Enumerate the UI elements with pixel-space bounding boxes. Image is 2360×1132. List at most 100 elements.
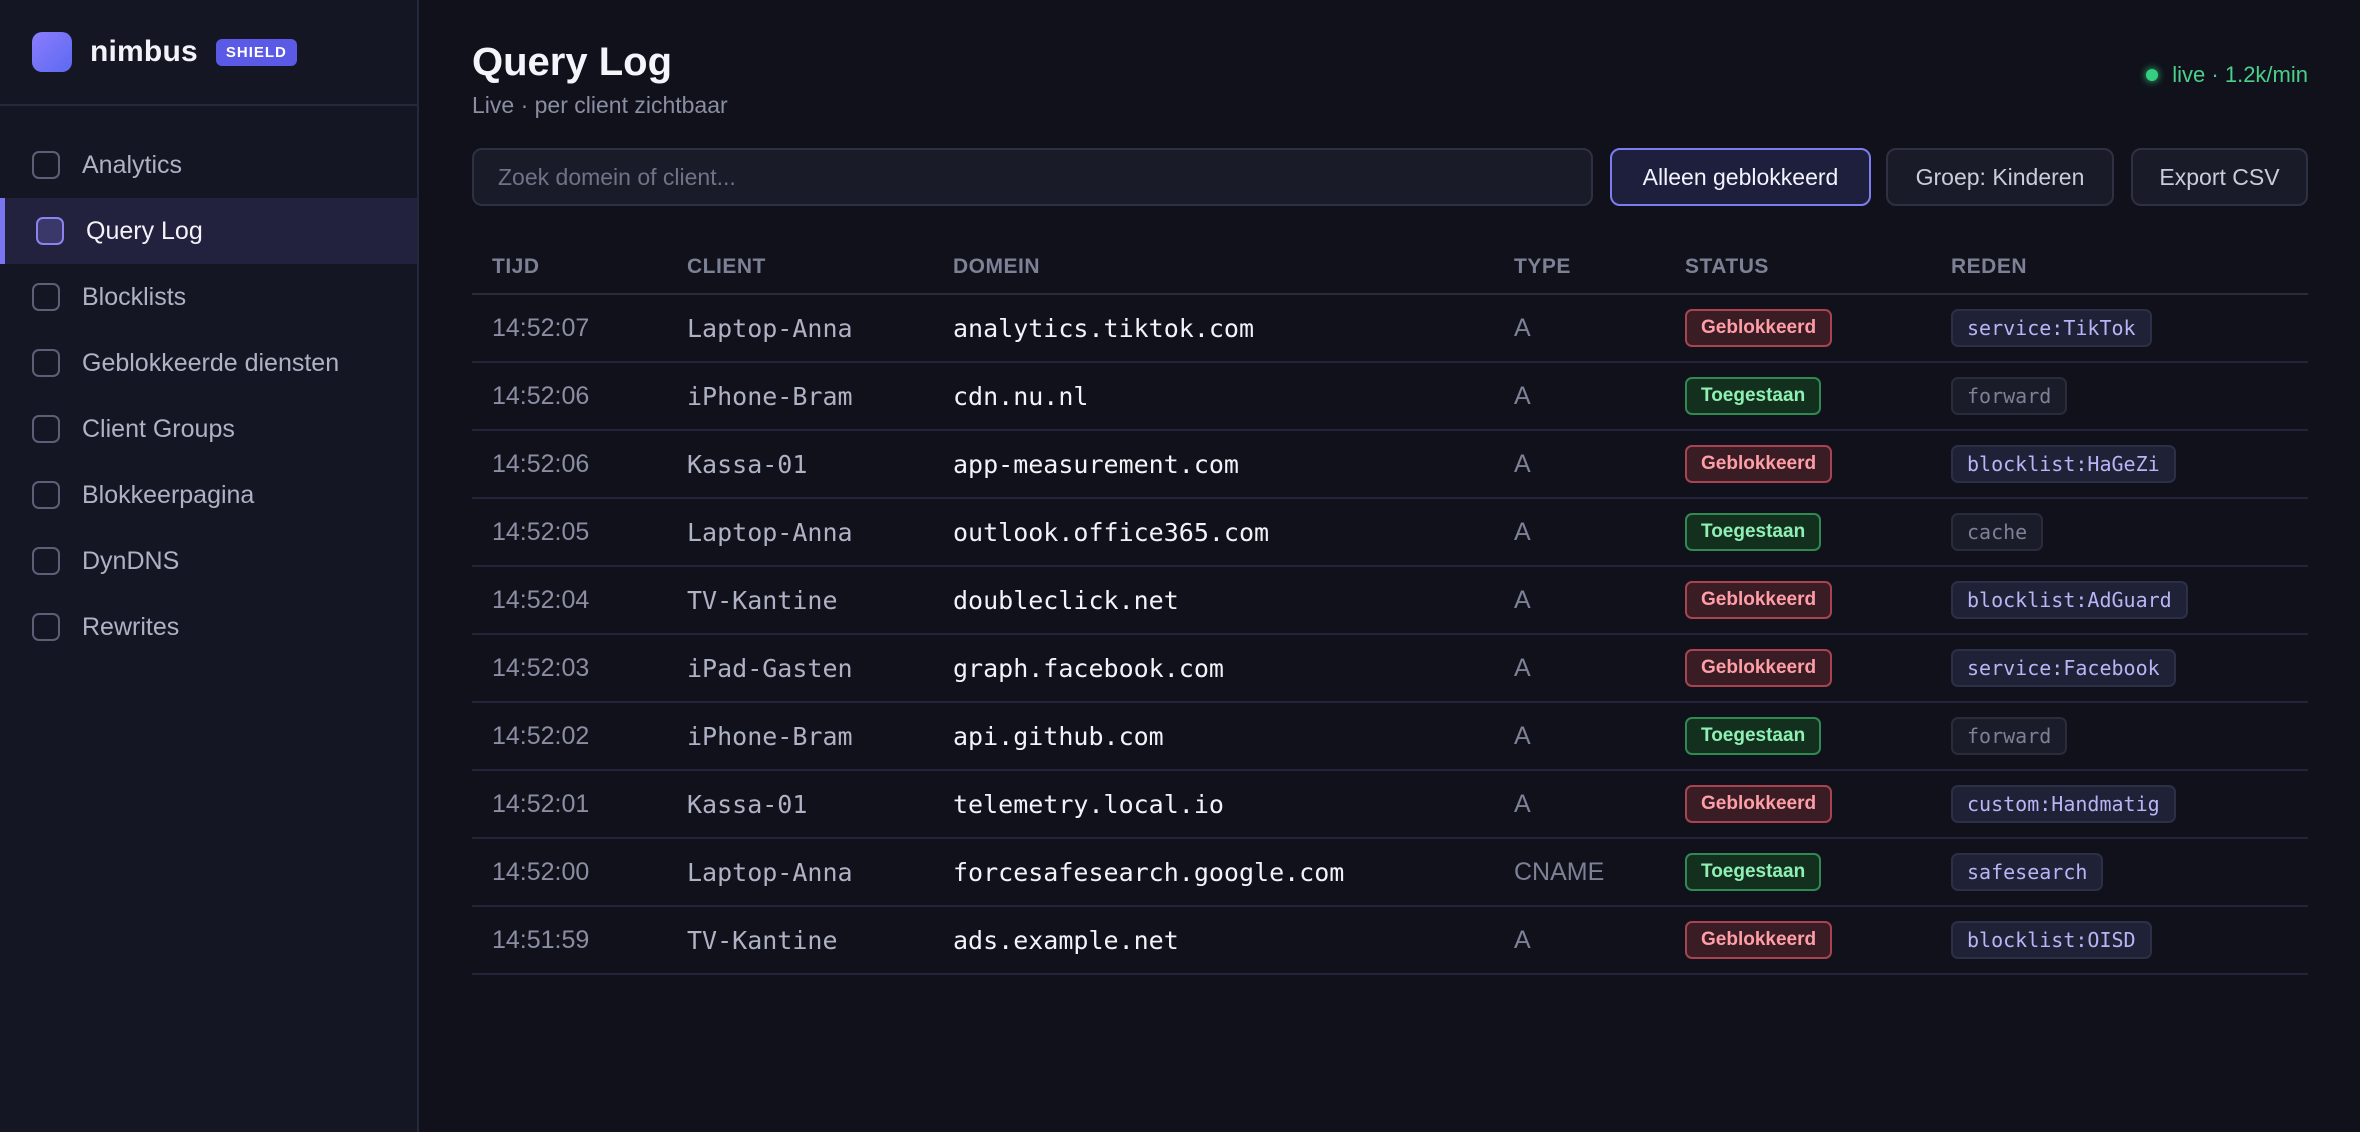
checkbox-icon	[32, 151, 60, 179]
sidebar-item-blocklists[interactable]: Blocklists	[0, 264, 417, 330]
sidebar-item-label: DynDNS	[82, 546, 180, 575]
checkbox-icon	[32, 349, 60, 377]
cell-domain: telemetry.local.io	[933, 770, 1494, 839]
column-header-time[interactable]: TIJD	[472, 240, 667, 295]
cell-type: A	[1494, 770, 1665, 839]
table-row[interactable]: 14:52:00 Laptop-Anna forcesafesearch.googl…	[472, 838, 2308, 907]
cell-time: 14:52:00	[472, 838, 667, 907]
cell-domain: app-measurement.com	[933, 430, 1494, 499]
cell-status: Geblokkeerd	[1665, 634, 1931, 703]
search-input[interactable]	[472, 148, 1593, 206]
cell-reason: service:Facebook	[1931, 634, 2308, 703]
group-filter-button[interactable]: Groep: Kinderen	[1886, 148, 2114, 206]
table-row[interactable]: 14:52:04 TV-Kantine doubleclick.net A Geblok…	[472, 566, 2308, 635]
cell-type: A	[1494, 566, 1665, 635]
table-row[interactable]: 14:52:03 iPad-Gasten graph.facebook.com A Ge…	[472, 634, 2308, 703]
checkbox-icon	[32, 613, 60, 641]
table-row[interactable]: 14:51:59 TV-Kantine ads.example.net A Geblok…	[472, 906, 2308, 975]
table-row[interactable]: 14:52:02 iPhone-Bram api.github.com A Toeges…	[472, 702, 2308, 771]
cell-type: A	[1494, 430, 1665, 499]
sidebar-item-dyndns[interactable]: DynDNS	[0, 528, 417, 594]
status-badge: Toegestaan	[1685, 513, 1822, 551]
query-log-table: TIJD CLIENT DOMEIN TYPE STATUS REDEN 14:…	[472, 240, 2308, 975]
brand: nimbus SHIELD	[0, 0, 417, 106]
cell-status: Toegestaan	[1665, 702, 1931, 771]
status-badge: Geblokkeerd	[1685, 785, 1833, 823]
sidebar-item-analytics[interactable]: Analytics	[0, 132, 417, 198]
blocked-only-button[interactable]: Alleen geblokkeerd	[1610, 148, 1871, 206]
reason-tag: forward	[1951, 717, 2068, 755]
sidebar-item-label: Client Groups	[82, 414, 235, 443]
cell-time: 14:52:02	[472, 702, 667, 771]
cell-client: iPad-Gasten	[667, 634, 933, 703]
cell-type: A	[1494, 634, 1665, 703]
cell-reason: blocklist:OISD	[1931, 906, 2308, 975]
cell-time: 14:52:04	[472, 566, 667, 635]
checkbox-icon	[36, 217, 64, 245]
cell-time: 14:52:01	[472, 770, 667, 839]
toolbar: Alleen geblokkeerd Groep: Kinderen Expor…	[472, 148, 2308, 206]
sidebar-item-client-groups[interactable]: Client Groups	[0, 396, 417, 462]
sidebar-item-blokkeerpagina[interactable]: Blokkeerpagina	[0, 462, 417, 528]
table-row[interactable]: 14:52:05 Laptop-Anna outlook.office365.com…	[472, 498, 2308, 567]
cell-domain: outlook.office365.com	[933, 498, 1494, 567]
sidebar-item-query-log[interactable]: Query Log	[0, 198, 417, 264]
cell-reason: forward	[1931, 702, 2308, 771]
cell-reason: safesearch	[1931, 838, 2308, 907]
reason-tag: blocklist:HaGeZi	[1951, 445, 2176, 483]
logo-icon	[32, 32, 72, 72]
cell-client: Laptop-Anna	[667, 838, 933, 907]
column-header-status[interactable]: STATUS	[1665, 240, 1931, 295]
column-header-type[interactable]: TYPE	[1494, 240, 1665, 295]
table-row[interactable]: 14:52:07 Laptop-Anna analytics.tiktok.com A…	[472, 294, 2308, 363]
reason-tag: blocklist:OISD	[1951, 921, 2152, 959]
reason-tag: forward	[1951, 377, 2068, 415]
checkbox-icon	[32, 481, 60, 509]
sidebar-item-rewrites[interactable]: Rewrites	[0, 594, 417, 660]
checkbox-icon	[32, 415, 60, 443]
brand-name: nimbus	[90, 35, 198, 68]
reason-tag: safesearch	[1951, 853, 2104, 891]
cell-status: Geblokkeerd	[1665, 770, 1931, 839]
reason-tag: blocklist:AdGuard	[1951, 581, 2188, 619]
table-row[interactable]: 14:52:06 Kassa-01 app-measurement.com A Gebl…	[472, 430, 2308, 499]
sidebar-item-label: Query Log	[86, 216, 203, 245]
cell-client: TV-Kantine	[667, 906, 933, 975]
live-indicator: live · 1.2k/min	[2146, 62, 2308, 88]
live-status-text: live · 1.2k/min	[2172, 62, 2308, 87]
cell-reason: forward	[1931, 362, 2308, 431]
cell-reason: blocklist:HaGeZi	[1931, 430, 2308, 499]
reason-tag: cache	[1951, 513, 2044, 551]
cell-type: A	[1494, 498, 1665, 567]
reason-tag: service:TikTok	[1951, 309, 2152, 347]
checkbox-icon	[32, 547, 60, 575]
column-header-domain[interactable]: DOMEIN	[933, 240, 1494, 295]
cell-status: Geblokkeerd	[1665, 566, 1931, 635]
cell-time: 14:51:59	[472, 906, 667, 975]
brand-badge: SHIELD	[215, 38, 297, 66]
status-badge: Geblokkeerd	[1685, 445, 1833, 483]
cell-domain: cdn.nu.nl	[933, 362, 1494, 431]
cell-type: A	[1494, 906, 1665, 975]
table-row[interactable]: 14:52:01 Kassa-01 telemetry.local.io A Geblo…	[472, 770, 2308, 839]
checkbox-icon	[32, 283, 60, 311]
cell-time: 14:52:05	[472, 498, 667, 567]
sidebar-item-geblokkeerde-diensten[interactable]: Geblokkeerde diensten	[0, 330, 417, 396]
sidebar-nav: Analytics Query Log Blocklists Geblokkeerde…	[0, 106, 417, 660]
cell-status: Toegestaan	[1665, 498, 1931, 567]
cell-reason: custom:Handmatig	[1931, 770, 2308, 839]
cell-client: Kassa-01	[667, 770, 933, 839]
export-csv-button[interactable]: Export CSV	[2131, 148, 2308, 206]
cell-status: Geblokkeerd	[1665, 294, 1931, 363]
cell-domain: forcesafesearch.google.com	[933, 838, 1494, 907]
column-header-client[interactable]: CLIENT	[667, 240, 933, 295]
column-header-reason[interactable]: REDEN	[1931, 240, 2308, 295]
cell-domain: ads.example.net	[933, 906, 1494, 975]
table-row[interactable]: 14:52:06 iPhone-Bram cdn.nu.nl A Toegestaan f…	[472, 362, 2308, 431]
cell-type: A	[1494, 702, 1665, 771]
page-subtitle: Live · per client zichtbaar	[472, 92, 728, 118]
sidebar-item-label: Blokkeerpagina	[82, 480, 255, 509]
cell-status: Geblokkeerd	[1665, 906, 1931, 975]
cell-type: A	[1494, 294, 1665, 363]
status-badge: Geblokkeerd	[1685, 649, 1833, 687]
